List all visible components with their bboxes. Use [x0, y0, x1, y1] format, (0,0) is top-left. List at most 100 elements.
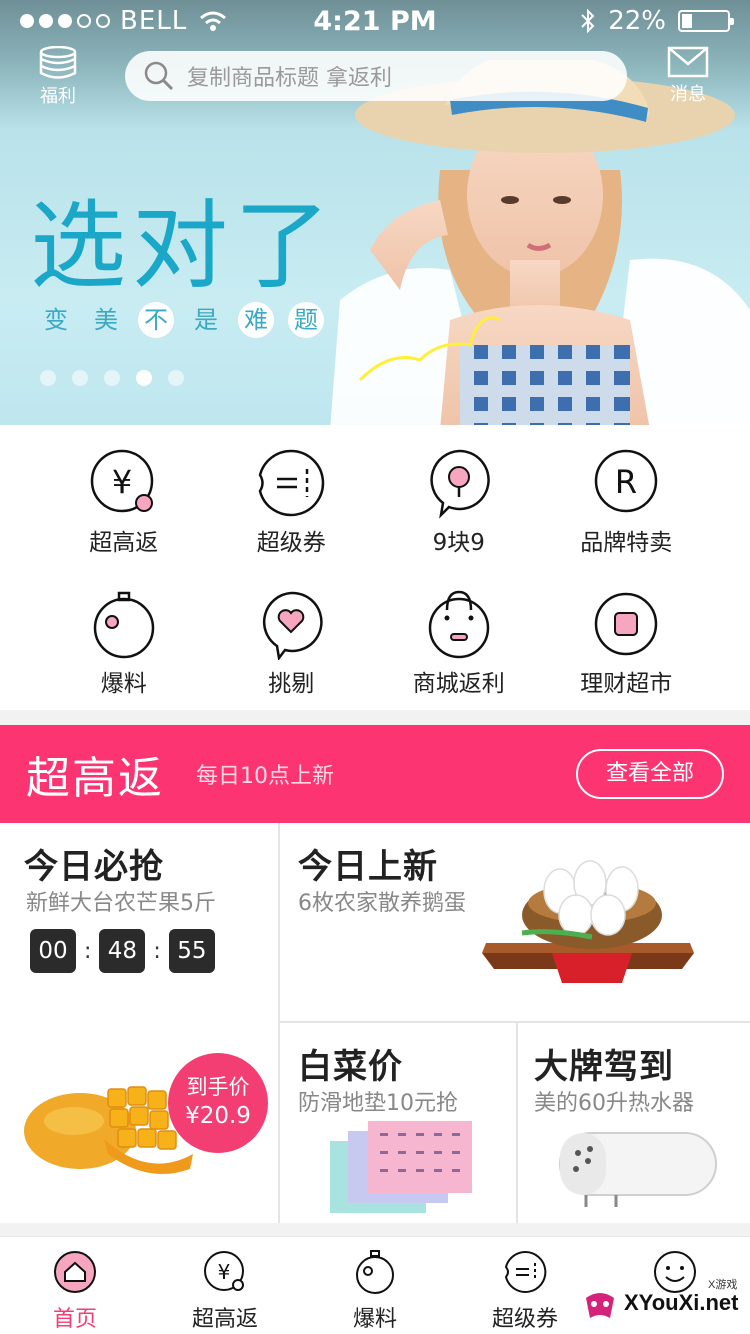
- price-value: ¥20.9: [185, 1103, 251, 1129]
- svg-text:¥: ¥: [218, 1260, 231, 1284]
- tab-label: 超级券: [491, 1307, 558, 1332]
- watermark: XYouXi.net X游戏: [580, 1278, 748, 1332]
- coupon-icon: [504, 1250, 547, 1293]
- tab-chaogaofan[interactable]: ¥ 超高返: [150, 1237, 300, 1334]
- tab-chaojiquan[interactable]: 超级券: [450, 1237, 600, 1334]
- sub-char: 不: [138, 302, 174, 338]
- sub-char: 美: [94, 306, 118, 334]
- svg-text:¥: ¥: [112, 463, 132, 501]
- card-title: 白菜价: [298, 1047, 403, 1087]
- countdown-timer: 00 : 48 : 55: [30, 929, 215, 973]
- sub-char: 变: [44, 306, 68, 334]
- carousel-dot[interactable]: [104, 370, 120, 386]
- bomb-icon: [356, 1250, 394, 1294]
- card-title: 今日上新: [298, 847, 438, 887]
- floor-mat-image: [330, 1121, 472, 1213]
- view-all-button[interactable]: 查看全部: [576, 749, 724, 799]
- gamepad-logo-icon: [586, 1293, 614, 1318]
- brand-r-icon: R: [595, 449, 658, 513]
- countdown-hours: 00: [30, 929, 76, 973]
- card-bargain[interactable]: 白菜价 防滑地垫10元抢: [280, 1023, 518, 1223]
- carousel-dots[interactable]: [40, 370, 184, 386]
- category-grid: ¥ 超高返 超级券 9块9 R 品牌特卖 爆料 挑剔 商城返利 理财超市: [0, 425, 750, 710]
- grid-label: 超高返: [89, 530, 159, 556]
- battery-icon: [678, 10, 734, 32]
- search-bar[interactable]: 复制商品标题 拿返利: [125, 51, 627, 101]
- carousel-dot-active[interactable]: [136, 370, 152, 386]
- search-placeholder: 复制商品标题 拿返利: [187, 66, 392, 91]
- welfare-label: 福利: [40, 86, 76, 107]
- status-bar: BELL 4:21 PM 22%: [0, 0, 750, 42]
- sub-char: 是: [194, 306, 218, 334]
- message-label: 消息: [670, 84, 706, 105]
- tab-home[interactable]: 首页: [0, 1237, 150, 1334]
- card-subtitle: 新鲜大台农芒果5斤: [26, 891, 216, 916]
- grid-item-baoliao[interactable]: 爆料: [40, 588, 208, 711]
- price-badge: 到手价 ¥20.9: [168, 1053, 268, 1153]
- tab-label: 超高返: [191, 1307, 258, 1332]
- grid-label: 爆料: [100, 670, 147, 697]
- grid-label: 9块9: [432, 530, 485, 556]
- grid-item-finance[interactable]: 理财超市: [543, 588, 711, 711]
- carousel-dot[interactable]: [40, 370, 56, 386]
- card-subtitle: 防滑地垫10元抢: [298, 1091, 458, 1116]
- tab-baoliao[interactable]: 爆料: [300, 1237, 450, 1334]
- home-icon: [54, 1251, 96, 1293]
- card-daily-deal[interactable]: 今日必抢 新鲜大台农芒果5斤 00 : 48 : 55 到手价 ¥20.9: [0, 823, 280, 1223]
- grid-item-brand-sale[interactable]: R 品牌特卖: [543, 447, 711, 570]
- status-time: 4:21 PM: [313, 5, 437, 37]
- carousel-dot[interactable]: [72, 370, 88, 386]
- card-title: 大牌驾到: [534, 1047, 674, 1087]
- svg-text:R: R: [615, 463, 637, 501]
- yen-icon: ¥: [204, 1251, 244, 1291]
- envelope-icon: [667, 46, 709, 78]
- hero-banner[interactable]: BELL 4:21 PM 22% 福利 复制商品标题 拿返利 消息 选对了 变 …: [0, 0, 750, 425]
- promo-cards: 今日必抢 新鲜大台农芒果5斤 00 : 48 : 55 到手价 ¥20.9 今日…: [0, 823, 750, 1223]
- watermark-small: X游戏: [708, 1279, 738, 1291]
- watermark-text: XYouXi.net: [624, 1290, 739, 1315]
- shopping-bag-icon: [428, 590, 489, 658]
- card-brand[interactable]: 大牌驾到 美的60升热水器: [518, 1023, 750, 1223]
- promo-subtitle: 每日10点上新: [196, 764, 334, 789]
- top-bar: 福利 复制商品标题 拿返利 消息: [0, 46, 750, 108]
- card-new-arrival[interactable]: 今日上新 6枚农家散养鹅蛋: [280, 823, 750, 1023]
- banner-headline: 选对了: [30, 190, 336, 302]
- tab-label: 首页: [52, 1307, 97, 1332]
- grid-item-9kuai9[interactable]: 9块9: [375, 447, 543, 570]
- coin-stack-icon: [39, 46, 77, 79]
- sub-char: 题: [288, 302, 324, 338]
- sub-char: 难: [238, 302, 274, 338]
- grid-item-chaojiquan[interactable]: 超级券: [208, 447, 376, 570]
- price-label: 到手价: [186, 1075, 250, 1099]
- grid-label: 超级券: [256, 530, 326, 556]
- grid-label: 理财超市: [580, 670, 673, 697]
- welfare-button[interactable]: 福利: [28, 46, 88, 108]
- card-subtitle: 美的60升热水器: [534, 1091, 694, 1116]
- grid-item-mall-rebate[interactable]: 商城返利: [375, 588, 543, 711]
- tab-label: 爆料: [352, 1307, 397, 1332]
- heart-bubble-icon: [263, 591, 323, 660]
- countdown-minutes: 48: [99, 929, 146, 973]
- coupon-icon: [258, 449, 325, 517]
- promo-title: 超高返: [26, 753, 164, 804]
- carousel-dot[interactable]: [168, 370, 184, 386]
- grid-label: 商城返利: [412, 670, 505, 697]
- yen-icon: ¥: [90, 449, 153, 513]
- water-heater-image: [559, 1132, 717, 1207]
- card-title: 今日必抢: [24, 847, 164, 887]
- pin-icon: [430, 449, 490, 519]
- grid-item-chaogaofan[interactable]: ¥ 超高返: [40, 447, 208, 570]
- grid-label: 品牌特卖: [580, 530, 673, 556]
- countdown-seconds: 55: [168, 929, 215, 973]
- grid-item-tiaoti[interactable]: 挑剔: [208, 588, 376, 711]
- card-subtitle: 6枚农家散养鹅蛋: [298, 891, 466, 916]
- promo-header: 超高返 每日10点上新 查看全部: [0, 725, 750, 823]
- eggs-image: [482, 860, 694, 983]
- square-circle-icon: [595, 592, 658, 655]
- search-icon: [144, 61, 174, 91]
- bomb-icon: [93, 591, 154, 658]
- grid-label: 挑剔: [268, 670, 315, 697]
- banner-model-image: [330, 60, 750, 425]
- banner-subline: 变 美 不 是 难 题: [38, 302, 324, 338]
- message-button[interactable]: 消息: [658, 46, 718, 106]
